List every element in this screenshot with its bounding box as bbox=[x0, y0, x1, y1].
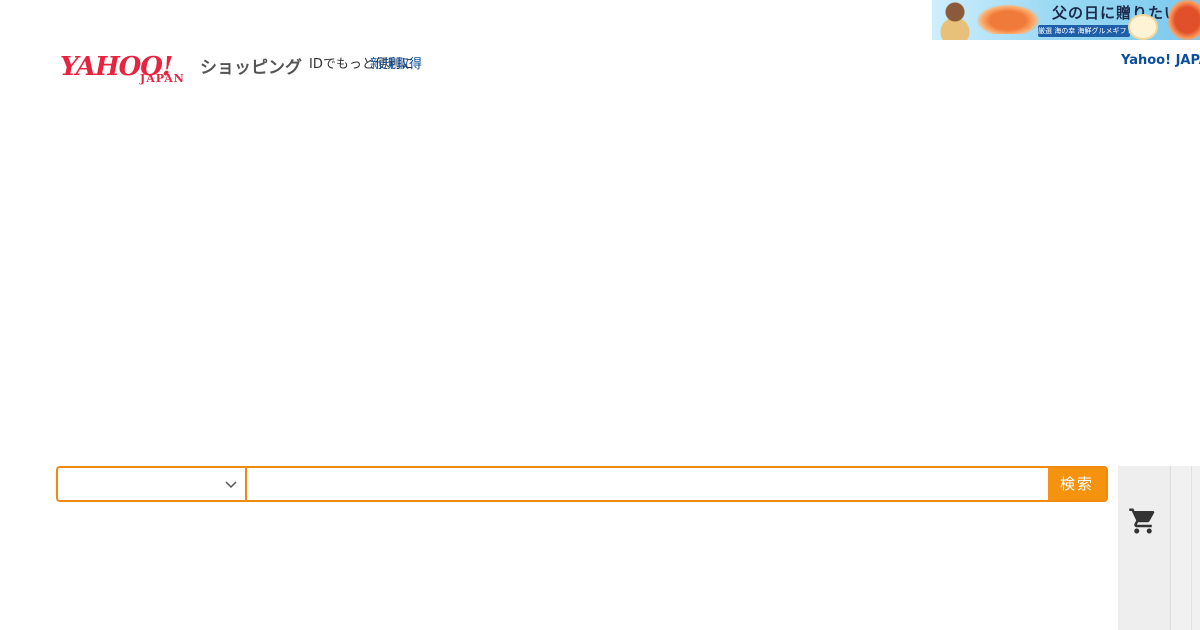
banner-child-image bbox=[938, 0, 972, 40]
promo-banner[interactable]: 父の日に贈りたい 厳選 海の幸 海鮮グルメギフト bbox=[932, 0, 1200, 40]
yahoo-japan-top-link[interactable]: Yahoo! JAPAN bbox=[1121, 53, 1200, 68]
banner-headline: 父の日に贈りたい bbox=[1052, 4, 1181, 22]
banner-ribbon: 厳選 海の幸 海鮮グルメギフト bbox=[1038, 25, 1134, 37]
yahoo-japan-logo[interactable]: YAHOO! JAPAN bbox=[60, 50, 198, 90]
banner-crab-image-right bbox=[1168, 0, 1200, 40]
category-select[interactable] bbox=[58, 468, 247, 500]
chevron-down-icon bbox=[223, 476, 239, 492]
side-panel-divider bbox=[1191, 466, 1192, 630]
banner-crab-image bbox=[976, 4, 1040, 34]
logo-japan: JAPAN bbox=[140, 72, 185, 85]
cart-icon[interactable] bbox=[1128, 506, 1158, 536]
search-button[interactable]: 検索 bbox=[1048, 468, 1106, 500]
service-name[interactable]: ショッピング bbox=[200, 53, 302, 78]
search-bar: 検索 bbox=[56, 466, 1108, 502]
id-signup-link[interactable]: 新規取得 bbox=[370, 53, 422, 72]
search-input[interactable] bbox=[249, 468, 1049, 500]
side-panel-edge bbox=[1170, 466, 1200, 630]
side-cart-panel[interactable] bbox=[1118, 466, 1170, 630]
banner-dish-image bbox=[1128, 14, 1158, 40]
